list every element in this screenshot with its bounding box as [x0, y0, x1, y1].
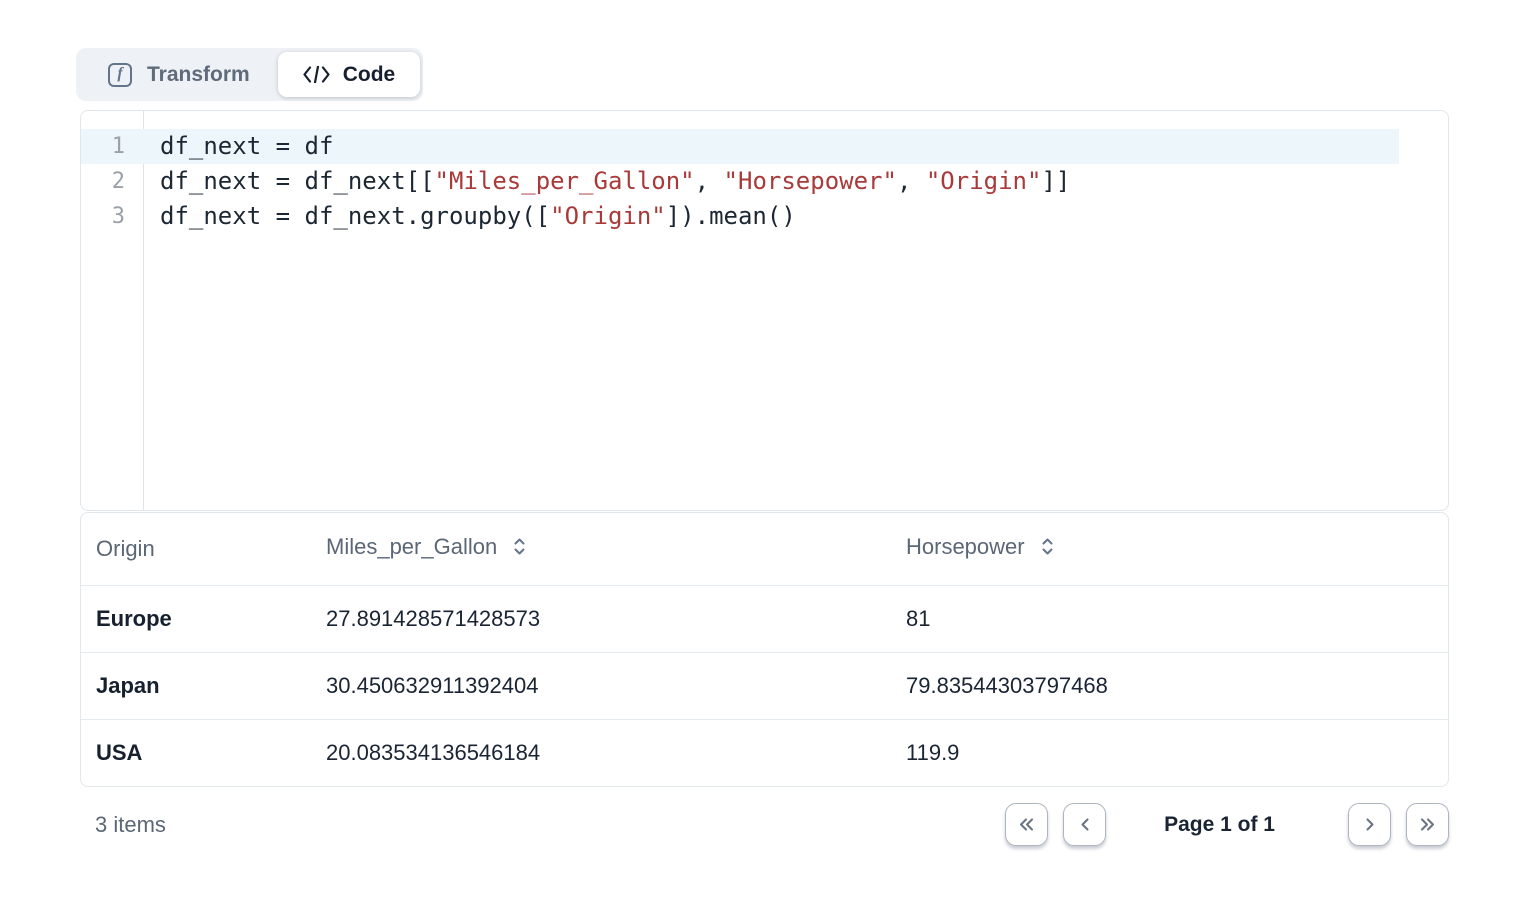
last-page-button[interactable]	[1406, 803, 1449, 846]
column-header-origin: Origin	[81, 513, 311, 585]
code-editor[interactable]: 1df_next = df2df_next = df_next[["Miles_…	[80, 110, 1449, 511]
results-table: Origin Miles_per_Gallon Horsepower Europe2…	[81, 513, 1448, 786]
table-row: Japan30.45063291139240479.83544303797468	[81, 652, 1448, 719]
chevron-left-icon	[1079, 817, 1091, 832]
cell-origin: Japan	[81, 652, 311, 719]
view-tabbar: f Transform Code	[76, 48, 423, 101]
tab-transform-label: Transform	[147, 63, 250, 87]
double-chevron-right-icon	[1419, 817, 1436, 832]
column-header-label: Origin	[96, 536, 155, 561]
code-line[interactable]: 2df_next = df_next[["Miles_per_Gallon", …	[81, 164, 1448, 199]
table-body: Europe27.89142857142857381Japan30.450632…	[81, 585, 1448, 786]
table-footer: 3 items Page 1 of 1	[80, 803, 1449, 846]
code-lines: 1df_next = df2df_next = df_next[["Miles_…	[81, 129, 1448, 234]
items-count: 3 items	[80, 812, 166, 838]
first-page-button[interactable]	[1005, 803, 1048, 846]
cell-value: 79.83544303797468	[891, 652, 1448, 719]
tab-code-label: Code	[343, 63, 396, 87]
previous-page-button[interactable]	[1063, 803, 1106, 846]
cell-origin: Europe	[81, 585, 311, 652]
code-text: df_next = df	[143, 129, 333, 164]
code-text: df_next = df_next.groupby(["Origin"]).me…	[143, 199, 796, 234]
tab-transform[interactable]: f Transform	[76, 48, 278, 101]
line-number: 1	[81, 129, 143, 164]
double-chevron-left-icon	[1018, 817, 1035, 832]
column-header-horsepower[interactable]: Horsepower	[891, 513, 1448, 585]
line-number: 2	[81, 164, 143, 199]
code-line[interactable]: 1df_next = df	[81, 129, 1448, 164]
column-header-label: Horsepower	[906, 534, 1025, 559]
table-header-row: Origin Miles_per_Gallon Horsepower	[81, 513, 1448, 585]
results-table-container: Origin Miles_per_Gallon Horsepower Europe2…	[80, 512, 1449, 787]
table-row: Europe27.89142857142857381	[81, 585, 1448, 652]
cell-value: 119.9	[891, 719, 1448, 786]
table-row: USA20.083534136546184119.9	[81, 719, 1448, 786]
cell-value: 81	[891, 585, 1448, 652]
column-header-miles_per_gallon[interactable]: Miles_per_Gallon	[311, 513, 891, 585]
sort-icon	[1040, 536, 1055, 563]
function-icon: f	[108, 63, 132, 87]
next-page-button[interactable]	[1348, 803, 1391, 846]
code-icon	[303, 66, 330, 83]
code-text: df_next = df_next[["Miles_per_Gallon", "…	[143, 164, 1070, 199]
pagination-controls: Page 1 of 1	[1005, 803, 1449, 846]
chevron-right-icon	[1364, 817, 1376, 832]
cell-value: 27.891428571428573	[311, 585, 891, 652]
sort-icon	[512, 536, 527, 563]
column-header-label: Miles_per_Gallon	[326, 534, 497, 559]
cell-value: 30.450632911392404	[311, 652, 891, 719]
line-number: 3	[81, 199, 143, 234]
tab-code[interactable]: Code	[278, 52, 421, 97]
cell-value: 20.083534136546184	[311, 719, 891, 786]
code-line[interactable]: 3df_next = df_next.groupby(["Origin"]).m…	[81, 199, 1448, 234]
cell-origin: USA	[81, 719, 311, 786]
page-indicator: Page 1 of 1	[1164, 813, 1275, 837]
